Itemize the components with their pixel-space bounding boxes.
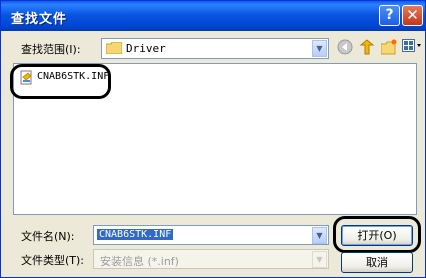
file-name-input[interactable]: CNAB6STK.INF ▼ <box>93 225 329 245</box>
new-folder-icon[interactable] <box>379 39 399 59</box>
look-in-label: 查找范围(I): <box>21 43 81 56</box>
folder-icon <box>106 42 122 54</box>
window-title: 查找文件 <box>11 12 68 27</box>
highlight-callout <box>10 64 111 99</box>
file-name-label: 文件名(N): <box>21 230 75 243</box>
file-type-select: 安装信息 (*.inf) ▼ <box>93 249 329 269</box>
highlight-callout <box>333 216 421 253</box>
title-bar[interactable]: 查找文件 ? ✕ <box>1 1 425 31</box>
look-in-combobox[interactable]: Driver ▼ <box>101 38 329 59</box>
chevron-down-icon: ▼ <box>312 251 327 268</box>
chevron-down-icon[interactable]: ▼ <box>312 40 327 57</box>
open-file-dialog: 查找文件 ? ✕ 查找范围(I): Driver ▼ CNAB6STK.INF <box>0 0 426 278</box>
look-in-value: Driver <box>126 42 166 55</box>
file-type-label: 文件类型(T): <box>21 254 85 267</box>
cancel-button[interactable]: 取消 <box>341 252 413 273</box>
up-folder-icon[interactable] <box>357 39 377 59</box>
help-button[interactable]: ? <box>379 5 400 26</box>
file-name-input-value: CNAB6STK.INF <box>97 229 174 240</box>
chevron-down-icon[interactable]: ▼ <box>312 227 327 244</box>
close-button[interactable]: ✕ <box>402 5 423 26</box>
file-type-value: 安装信息 (*.inf) <box>100 255 179 268</box>
back-icon[interactable] <box>335 39 355 59</box>
views-menu-icon[interactable] <box>401 39 423 59</box>
